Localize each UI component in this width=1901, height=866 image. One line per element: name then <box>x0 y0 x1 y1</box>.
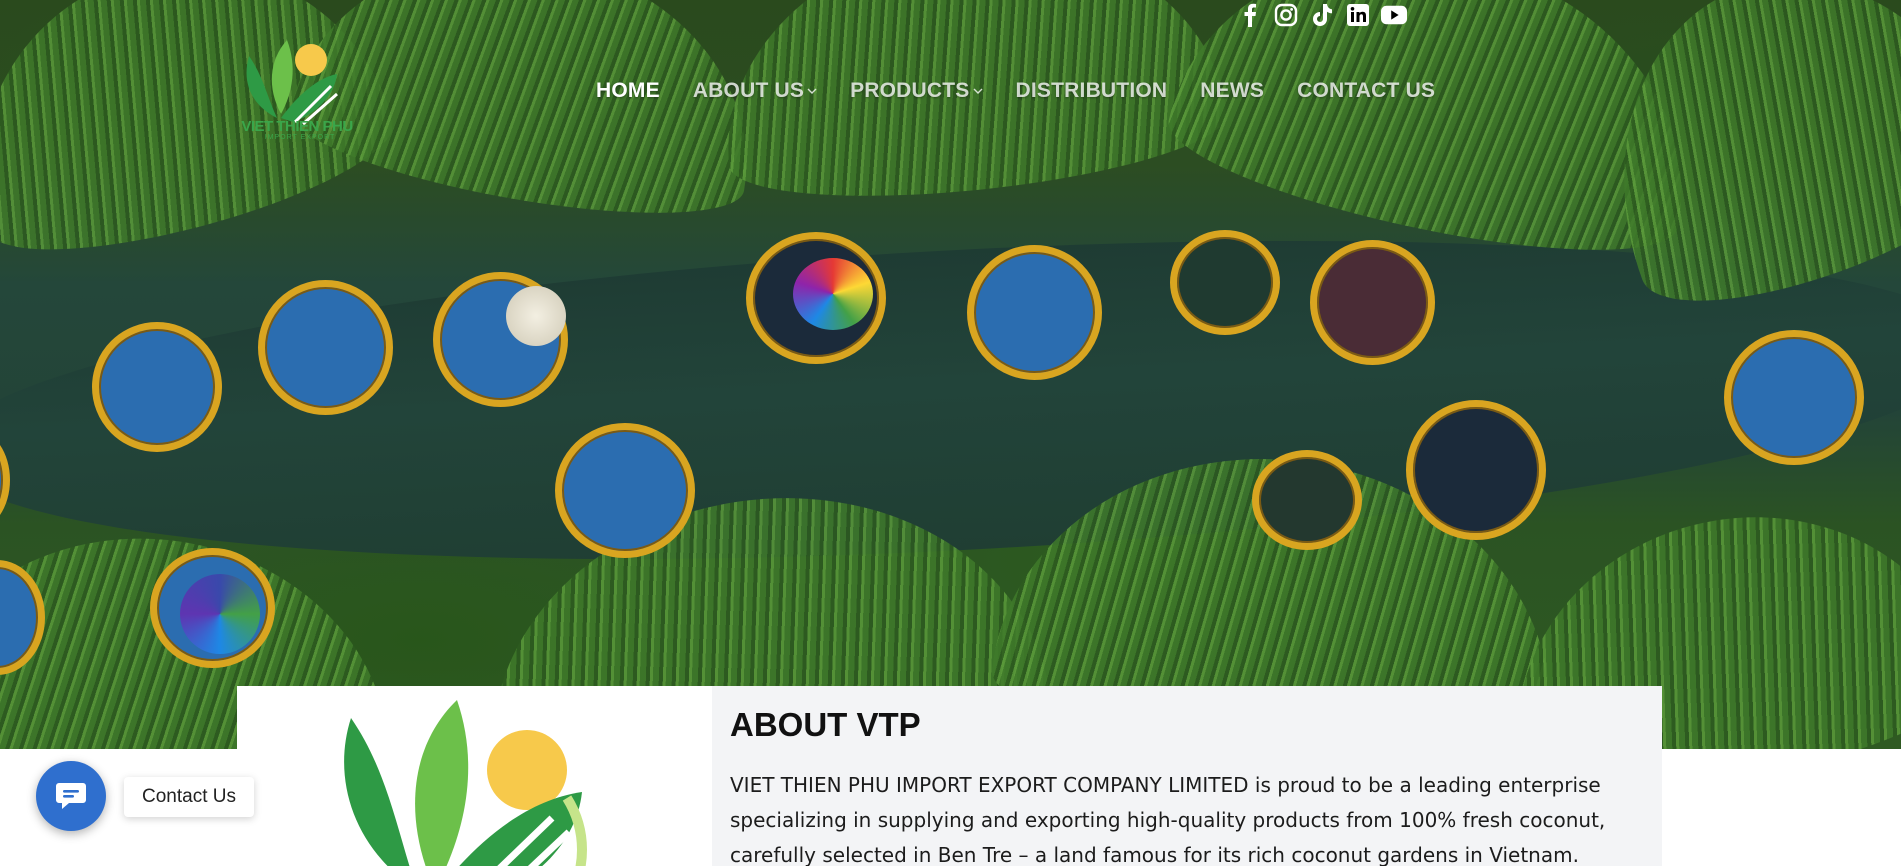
nav-item-label: ABOUT US <box>692 79 805 102</box>
about-logo-panel <box>237 686 712 866</box>
contact-us-label[interactable]: Contact Us <box>124 777 254 817</box>
nav-item-home[interactable]: HOME <box>596 79 660 103</box>
nav-item-label: HOME <box>596 79 660 102</box>
nav-item-distribution[interactable]: DISTRIBUTION <box>1016 79 1168 103</box>
basket-boat <box>1252 450 1362 550</box>
nav-item-contact-us[interactable]: CONTACT US <box>1297 79 1435 103</box>
company-logo-icon <box>344 700 587 866</box>
basket-boat <box>967 245 1102 380</box>
contact-chat-button[interactable] <box>36 761 106 831</box>
chevron-down-icon <box>973 88 983 94</box>
nav-item-label: PRODUCTS <box>850 79 970 102</box>
basket-boat <box>92 322 222 452</box>
nav-item-products[interactable]: PRODUCTS <box>850 79 983 103</box>
basket-boat <box>258 280 393 415</box>
logo-leaf-icon <box>246 40 338 126</box>
about-text-panel: ABOUT VTP VIET THIEN PHU IMPORT EXPORT C… <box>712 686 1662 866</box>
youtube-icon[interactable] <box>1381 2 1407 28</box>
main-nav: HOME ABOUT US PRODUCTS DISTRIBUTION NEWS… <box>596 78 1468 104</box>
social-links <box>1237 1 1407 29</box>
umbrella <box>793 258 873 330</box>
nav-item-news[interactable]: NEWS <box>1200 79 1264 103</box>
nav-item-label: CONTACT US <box>1297 79 1436 102</box>
basket-boat <box>1170 230 1280 335</box>
palm-frond <box>708 0 1232 216</box>
basket-boat <box>555 423 695 558</box>
chevron-down-icon <box>807 88 817 94</box>
about-title: ABOUT VTP <box>730 706 921 743</box>
logo-brand-name: VIET THIEN PHU <box>241 118 353 135</box>
nav-item-label: NEWS <box>1200 79 1265 102</box>
umbrella <box>180 574 260 654</box>
facebook-icon[interactable] <box>1237 2 1263 28</box>
basket-boat <box>1724 330 1864 465</box>
chat-icon <box>56 783 86 809</box>
site-logo[interactable]: VIET THIEN PHU IMPORT EXPORT <box>237 36 357 148</box>
instagram-icon[interactable] <box>1273 2 1299 28</box>
basket-boat <box>1310 240 1435 365</box>
logo-tagline: IMPORT EXPORT <box>264 134 336 141</box>
linkedin-icon[interactable] <box>1345 2 1371 28</box>
tiktok-icon[interactable] <box>1309 2 1335 28</box>
nav-item-about-us[interactable]: ABOUT US <box>693 79 817 103</box>
basket-boat <box>1406 400 1546 540</box>
about-description: VIET THIEN PHU IMPORT EXPORT COMPANY LIM… <box>730 773 1606 866</box>
umbrella <box>506 286 566 346</box>
nav-item-label: DISTRIBUTION <box>1015 79 1168 102</box>
